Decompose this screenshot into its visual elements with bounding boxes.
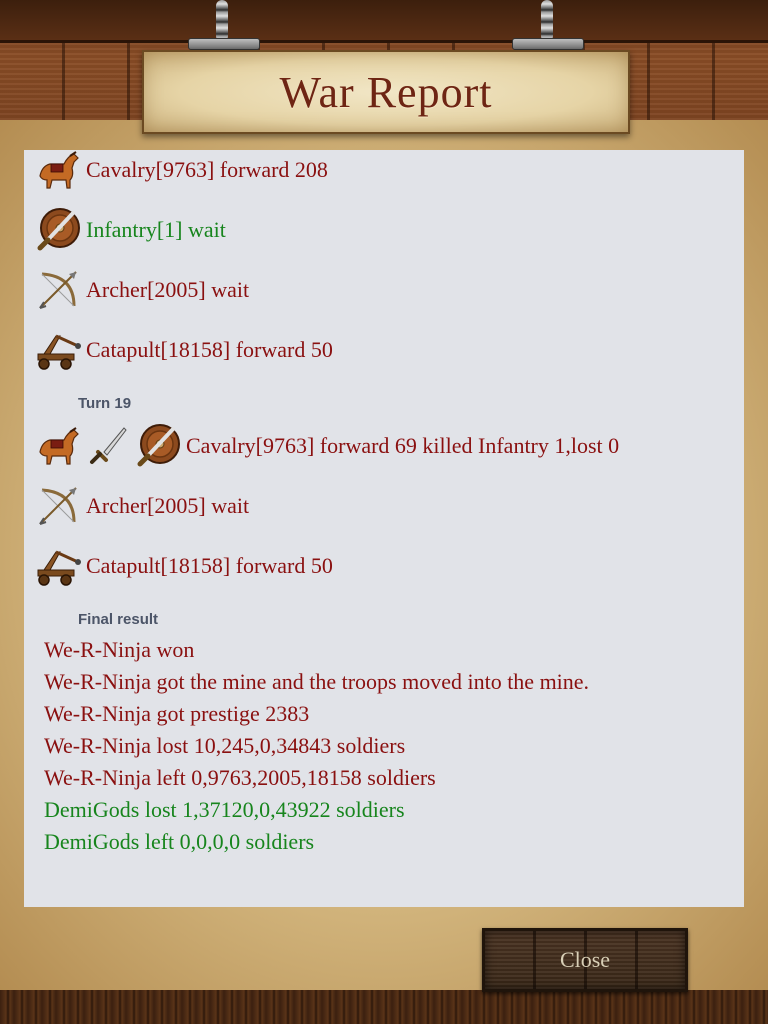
bow-arrow-icon bbox=[34, 266, 82, 314]
chain-right bbox=[541, 0, 553, 42]
log-row: Catapult[18158] forward 50 bbox=[24, 320, 744, 380]
log-row-text: Archer[2005] wait bbox=[86, 277, 250, 302]
close-button[interactable]: Close bbox=[482, 928, 688, 992]
unit-icons bbox=[34, 150, 82, 194]
result-line: We-R-Ninja got prestige 2383 bbox=[44, 701, 310, 726]
result-line: DemiGods left 0,0,0,0 soldiers bbox=[44, 829, 315, 854]
result-line: We-R-Ninja won bbox=[44, 637, 195, 662]
result-line: We-R-Ninja got the mine and the troops m… bbox=[44, 669, 590, 694]
result-line: We-R-Ninja lost 10,245,0,34843 soldiers bbox=[44, 733, 406, 758]
bow-arrow-icon bbox=[34, 482, 82, 530]
log-row-text: Cavalry[9763] forward 208 bbox=[86, 157, 328, 182]
catapult-icon bbox=[34, 326, 82, 374]
unit-icons bbox=[34, 542, 82, 590]
log-row-text: Cavalry[9763] forward 69 killed Infantry… bbox=[186, 433, 620, 458]
shield-sword-icon bbox=[134, 422, 182, 470]
unit-icons bbox=[34, 482, 82, 530]
log-row: Cavalry[9763] forward 208 bbox=[24, 150, 744, 200]
chain-left bbox=[216, 0, 228, 42]
log-row: Archer[2005] wait bbox=[24, 476, 744, 536]
log-row: Cavalry[9763] forward 69 killed Infantry… bbox=[24, 416, 744, 476]
footer-wood-bar bbox=[0, 990, 768, 1024]
clamp-right bbox=[512, 38, 584, 50]
clamp-left bbox=[188, 38, 260, 50]
final-result-list: We-R-Ninja won We-R-Ninja got the mine an… bbox=[24, 632, 744, 858]
log-row: Infantry[1] wait bbox=[24, 200, 744, 260]
log-row-text: Archer[2005] wait bbox=[86, 493, 250, 518]
report-scroll-panel[interactable]: Cavalry[9763] forward 208 Infantry[1] wai… bbox=[24, 150, 744, 907]
shield-sword-icon bbox=[34, 206, 82, 254]
sword-icon bbox=[84, 422, 132, 470]
log-row-text: Catapult[18158] forward 50 bbox=[86, 553, 333, 578]
horse-icon bbox=[34, 150, 82, 194]
report-log: Cavalry[9763] forward 208 Infantry[1] wai… bbox=[24, 150, 744, 858]
catapult-icon bbox=[34, 542, 82, 590]
close-button-label: Close bbox=[559, 947, 611, 972]
unit-icons bbox=[34, 326, 82, 374]
unit-icons bbox=[34, 266, 82, 314]
result-line: DemiGods lost 1,37120,0,43922 soldiers bbox=[44, 797, 405, 822]
log-row: Archer[2005] wait bbox=[24, 260, 744, 320]
log-row-text: Infantry[1] wait bbox=[86, 217, 226, 242]
unit-icons bbox=[34, 422, 182, 470]
section-label: Final result bbox=[78, 611, 159, 628]
log-row: Catapult[18158] forward 50 bbox=[24, 536, 744, 596]
horse-icon bbox=[34, 422, 82, 470]
section-label: Turn 19 bbox=[78, 395, 132, 412]
result-line: We-R-Ninja left 0,9763,2005,18158 soldie… bbox=[44, 765, 436, 790]
title-banner: War Report bbox=[142, 50, 630, 134]
log-row-text: Catapult[18158] forward 50 bbox=[86, 337, 333, 362]
unit-icons bbox=[34, 206, 82, 254]
page-title: War Report bbox=[279, 67, 493, 117]
